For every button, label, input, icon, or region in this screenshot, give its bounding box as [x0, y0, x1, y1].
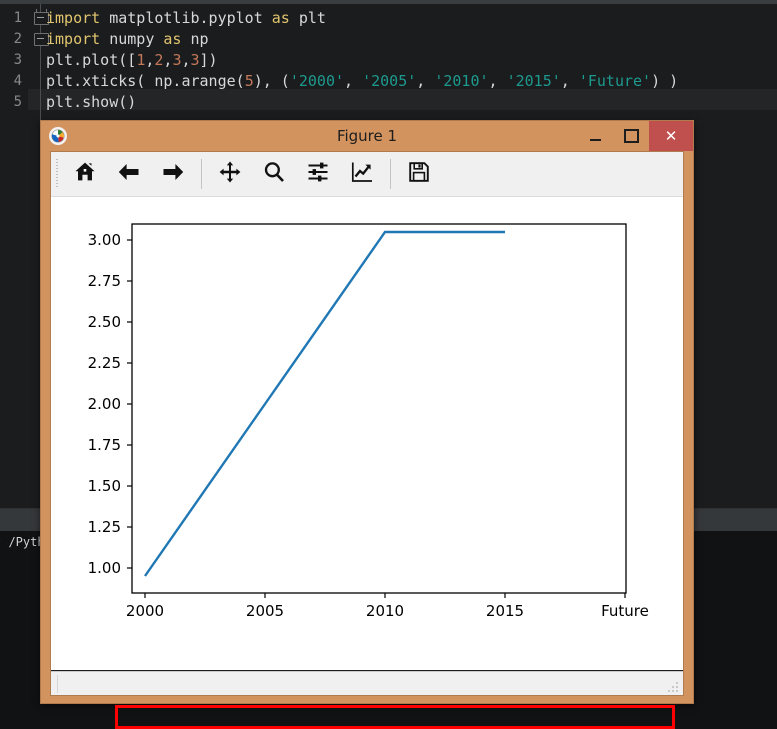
str-future: 'Future' — [578, 72, 652, 90]
figure-window[interactable]: Figure 1 ✕ 3.00 2.75 2.50 2.25 2.00 1.75… — [40, 120, 694, 729]
x-tick-label-2015: 2015 — [486, 602, 524, 620]
maximize-button[interactable] — [613, 121, 649, 151]
comma-4c: , — [488, 72, 507, 90]
line-number-3: 3 — [13, 52, 22, 68]
y-tick-label-2-75: 2.75 — [88, 272, 121, 290]
str-2000: '2000' — [289, 72, 345, 90]
x-axis-ticks — [144, 593, 626, 598]
back-arrow-icon — [117, 160, 141, 188]
pan-button[interactable] — [208, 154, 252, 194]
code-line-5: plt.show() — [46, 92, 136, 113]
home-icon — [73, 160, 97, 188]
toolbar-drag-handle[interactable] — [53, 159, 63, 189]
maximize-icon — [623, 129, 639, 143]
pan-move-icon — [218, 160, 242, 188]
str-2010: '2010' — [434, 72, 489, 90]
code-text-1: matplotlib.pyplot — [100, 9, 272, 27]
zoom-button[interactable] — [252, 154, 296, 194]
figure-client-area: 3.00 2.75 2.50 2.25 2.00 1.75 1.50 1.25 … — [50, 151, 684, 729]
code-line-3: plt.plot([1,2,3,3]) — [46, 50, 218, 71]
configure-subplots-icon — [306, 160, 330, 188]
minimize-button[interactable] — [577, 121, 613, 151]
edit-axis-curves-icon — [350, 160, 374, 188]
figure-status-bar — [51, 671, 683, 695]
resize-grip-icon[interactable] — [667, 681, 678, 692]
y-tick-label-2-00: 2.00 — [88, 395, 121, 413]
code-text-4b: ), ( — [253, 72, 290, 90]
y-tick-label-1-25: 1.25 — [88, 518, 121, 536]
num-1: 1 — [136, 51, 146, 69]
kw-as-1: as — [271, 9, 290, 27]
line-number-5: 5 — [13, 94, 22, 110]
kw-as-2: as — [163, 30, 182, 48]
editor-gutter[interactable]: 1 2 3 4 5 — [0, 4, 28, 508]
figure-toolbar[interactable] — [51, 152, 683, 196]
code-text-3b: ]) — [199, 51, 218, 69]
y-tick-labels: 3.00 2.75 2.50 2.25 2.00 1.75 1.50 1.25 … — [88, 231, 121, 577]
close-icon: ✕ — [664, 127, 678, 145]
comma-4d: , — [560, 72, 579, 90]
y-tick-label-1-00: 1.00 — [88, 559, 121, 577]
code-text-4a: plt.xticks( np.arange( — [46, 72, 245, 90]
matplotlib-plot[interactable]: 3.00 2.75 2.50 2.25 2.00 1.75 1.50 1.25 … — [51, 197, 683, 670]
figure-titlebar[interactable]: Figure 1 ✕ — [41, 121, 693, 151]
y-tick-label-1-75: 1.75 — [88, 436, 121, 454]
status-left-grip — [57, 675, 58, 693]
y-tick-label-2-25: 2.25 — [88, 354, 121, 372]
code-text-1b: plt — [289, 9, 326, 27]
line-number-2: 2 — [13, 31, 22, 47]
comma-4a: , — [344, 72, 363, 90]
kw-import-1: import — [46, 9, 101, 27]
str-2015: '2015' — [506, 72, 561, 90]
num-5: 5 — [244, 72, 254, 90]
x-tick-label-future: Future — [601, 602, 649, 620]
code-text-2b: np — [181, 30, 209, 48]
num-4: 3 — [190, 51, 200, 69]
comma-4b: , — [416, 72, 435, 90]
x-tick-label-2010: 2010 — [366, 602, 404, 620]
code-text-5: plt.show() — [46, 93, 137, 111]
y-tick-label-1-50: 1.50 — [88, 477, 121, 495]
code-text-3a: plt.plot([ — [46, 51, 137, 69]
edit-axis-button[interactable] — [340, 154, 384, 194]
str-2005: '2005' — [362, 72, 417, 90]
zoom-magnifier-icon — [262, 160, 286, 188]
line-number-4: 4 — [13, 73, 22, 89]
kw-import-2: import — [46, 30, 101, 48]
forward-button[interactable] — [151, 154, 195, 194]
toolbar-separator-1 — [201, 159, 202, 189]
x-tick-label-2005: 2005 — [246, 602, 284, 620]
y-tick-label-2-50: 2.50 — [88, 313, 121, 331]
code-text-2: numpy — [100, 30, 164, 48]
minimize-icon — [589, 138, 601, 141]
configure-subplots-button[interactable] — [296, 154, 340, 194]
code-line-1: import matplotlib.pyplot as plt — [46, 8, 326, 29]
save-floppy-icon — [407, 160, 431, 188]
xtick-labels-highlight-box — [115, 705, 675, 729]
y-tick-label-3-00: 3.00 — [88, 231, 121, 249]
forward-arrow-icon — [161, 160, 185, 188]
toolbar-separator-2 — [390, 159, 391, 189]
home-button[interactable] — [63, 154, 107, 194]
comma-3c: , — [181, 51, 191, 69]
code-text-4c: ) ) — [651, 72, 679, 90]
code-line-4: plt.xticks( np.arange(5), ('2000', '2005… — [46, 71, 678, 92]
x-tick-labels: 2000 2005 2010 2015 Future — [126, 602, 649, 620]
line-number-1: 1 — [13, 10, 22, 26]
axes-spines — [131, 223, 627, 594]
y-axis-ticks — [127, 239, 132, 569]
back-button[interactable] — [107, 154, 151, 194]
x-tick-label-2000: 2000 — [126, 602, 164, 620]
close-button[interactable]: ✕ — [649, 121, 693, 151]
save-button[interactable] — [397, 154, 441, 194]
figure-canvas[interactable]: 3.00 2.75 2.50 2.25 2.00 1.75 1.50 1.25 … — [51, 197, 683, 729]
code-line-2: import numpy as np — [46, 29, 209, 50]
